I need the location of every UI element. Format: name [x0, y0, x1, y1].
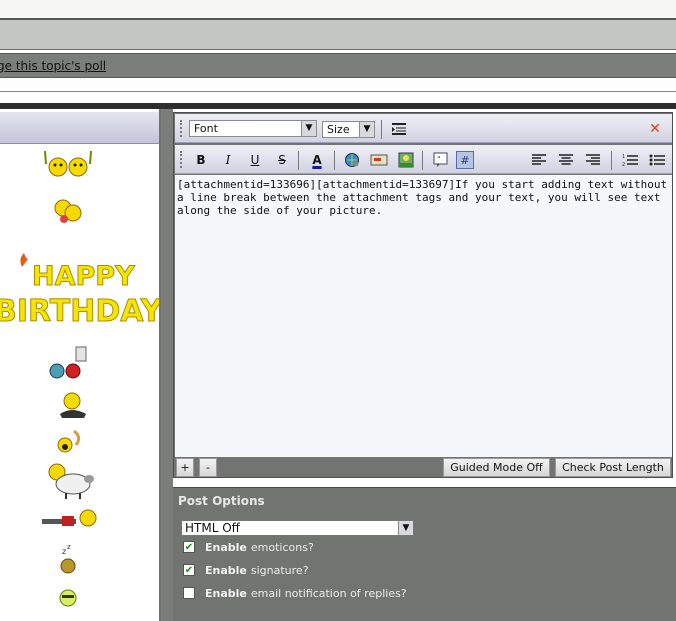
svg-text:": "	[437, 155, 441, 164]
smilie-sheep-icon[interactable]	[48, 463, 94, 499]
post-editor: Font ▼ Size ▼ ✕ B I U S A " # 1 2 [attac…	[173, 112, 673, 478]
spacer-2	[0, 92, 676, 103]
option-label: email notification of replies?	[250, 586, 407, 600]
smilie-singing-icon[interactable]	[57, 429, 81, 453]
unordered-list-icon[interactable]	[648, 151, 666, 169]
italic-button[interactable]: I	[219, 151, 237, 169]
smilie-cheers-icon[interactable]	[44, 150, 92, 177]
option-label-bold: Enable	[205, 540, 247, 554]
align-center-icon[interactable]	[557, 151, 575, 169]
underline-button[interactable]: U	[246, 151, 264, 169]
smilie-chainsaw-icon[interactable]	[42, 509, 97, 527]
font-color-button[interactable]: A	[308, 151, 326, 169]
svg-text:z: z	[62, 547, 66, 556]
email-icon[interactable]	[370, 151, 388, 169]
toolbar-separator	[611, 151, 612, 170]
toolbar-grip[interactable]	[180, 151, 182, 168]
guided-mode-button[interactable]: Guided Mode Off	[443, 458, 550, 477]
divider-vertical	[161, 109, 173, 621]
align-right-icon[interactable]	[584, 151, 602, 169]
toolbar-separator	[381, 120, 382, 139]
image-icon[interactable]	[397, 151, 415, 169]
emoticons-checkbox[interactable]: ✔	[183, 541, 195, 553]
toolbar-separator	[422, 151, 423, 170]
toolbar-separator	[298, 151, 299, 170]
option-label: emoticons?	[250, 540, 314, 554]
post-options-panel: Post Options HTML Off ▼ ✔ Enable emotico…	[173, 487, 676, 621]
check-post-length-button[interactable]: Check Post Length	[555, 458, 671, 477]
option-label-bold: Enable	[205, 563, 247, 577]
editor-bottom-bar: + - Guided Mode Off Check Post Length	[174, 458, 672, 478]
align-left-icon[interactable]	[530, 151, 548, 169]
change-poll-link[interactable]: ge this topic's poll	[0, 59, 106, 73]
signature-checkbox[interactable]: ✔	[183, 564, 195, 576]
toolbar-grip[interactable]	[180, 120, 182, 137]
font-select[interactable]: Font ▼	[189, 120, 317, 137]
html-mode-label: HTML Off	[185, 521, 240, 535]
smilie-hug-icon[interactable]	[54, 199, 82, 223]
spacer	[0, 78, 676, 92]
option-signature: ✔ Enable signature?	[183, 563, 309, 577]
editor-toolbar-top: Font ▼ Size ▼ ✕	[175, 114, 672, 143]
bold-button[interactable]: B	[192, 151, 210, 169]
birthday-line2: BIRTHDAY	[0, 294, 159, 329]
post-options-title: Post Options	[178, 494, 265, 508]
option-email-notification: Enable email notification of replies?	[183, 586, 407, 600]
poll-bar: ge this topic's poll	[0, 53, 676, 78]
chevron-down-icon: ▼	[398, 521, 413, 535]
birthday-line1: HAPPY	[32, 261, 135, 292]
smilie-computer-icon[interactable]	[49, 346, 87, 379]
happy-birthday-icon[interactable]: HAPPY BIRTHDAY	[0, 253, 159, 330]
html-mode-select[interactable]: HTML Off ▼	[181, 520, 414, 536]
code-hash-icon[interactable]: #	[456, 151, 474, 169]
size-select-label: Size	[327, 123, 350, 136]
smilie-reading-icon[interactable]	[60, 392, 86, 418]
ordered-list-icon[interactable]: 12	[621, 151, 639, 169]
chevron-down-icon: ▼	[359, 122, 374, 137]
enlarge-button[interactable]: +	[176, 458, 194, 477]
size-select[interactable]: Size ▼	[322, 121, 375, 138]
email-notification-checkbox[interactable]	[183, 587, 195, 599]
close-icon[interactable]: ✕	[646, 120, 664, 138]
shrink-button[interactable]: -	[199, 458, 217, 477]
strike-button[interactable]: S	[273, 151, 291, 169]
quote-icon[interactable]: "	[432, 151, 450, 169]
top-bar	[0, 0, 676, 20]
smilie-cool-icon[interactable]	[59, 589, 77, 607]
svg-text:1: 1	[622, 154, 625, 160]
smilies-canvas: HAPPY BIRTHDAY z z	[0, 150, 159, 607]
editor-toolbar-format: B I U S A " # 12	[175, 145, 672, 174]
chevron-down-icon: ▼	[301, 121, 316, 136]
toolbar-separator	[334, 151, 335, 170]
message-textarea[interactable]: [attachmentid=133696][attachmentid=13369…	[175, 175, 672, 457]
option-label: signature?	[250, 563, 309, 577]
svg-text:z: z	[67, 543, 71, 551]
option-label-bold: Enable	[205, 586, 247, 600]
remove-format-icon[interactable]	[390, 120, 408, 138]
nav-bar	[0, 20, 676, 50]
option-emoticons: ✔ Enable emoticons?	[183, 540, 314, 554]
svg-text:2: 2	[622, 162, 625, 167]
smilies-panel: HAPPY BIRTHDAY z z	[0, 109, 161, 621]
link-globe-icon[interactable]	[343, 151, 361, 169]
font-select-label: Font	[194, 122, 218, 135]
smilie-sleeping-icon[interactable]: z z	[60, 543, 76, 574]
